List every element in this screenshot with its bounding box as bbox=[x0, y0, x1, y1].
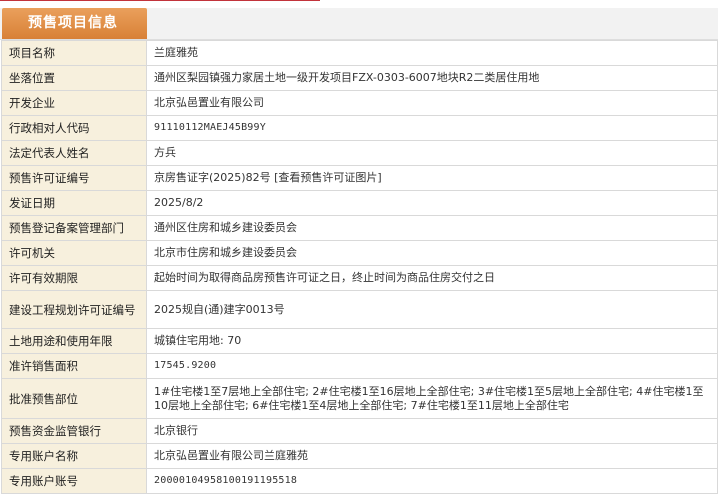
top-accent-rule bbox=[0, 0, 320, 1]
table-row: 预售资金监管银行 北京银行 bbox=[1, 418, 718, 444]
view-permit-image-link[interactable]: [查看预售许可证图片] bbox=[274, 171, 382, 184]
table-row: 法定代表人姓名 方兵 bbox=[1, 140, 718, 166]
row-label: 土地用途和使用年限 bbox=[1, 328, 147, 354]
table-row: 专用账户名称 北京弘邑置业有限公司兰庭雅苑 bbox=[1, 443, 718, 469]
row-label: 专用账户名称 bbox=[1, 443, 147, 469]
row-label: 批准预售部位 bbox=[1, 378, 147, 419]
row-value: 起始时间为取得商品房预售许可证之日，终止时间为商品住房交付之日 bbox=[146, 265, 718, 291]
row-label: 专用账户账号 bbox=[1, 468, 147, 494]
table-row: 许可有效期限 起始时间为取得商品房预售许可证之日，终止时间为商品住房交付之日 bbox=[1, 265, 718, 291]
row-value: 北京弘邑置业有限公司 bbox=[146, 90, 718, 116]
row-value: 通州区住房和城乡建设委员会 bbox=[146, 215, 718, 241]
table-row: 建设工程规划许可证编号 2025规自(通)建字0013号 bbox=[1, 290, 718, 329]
row-value: 通州区梨园镇强力家居土地一级开发项目FZX-0303-6007地块R2二类居住用… bbox=[146, 65, 718, 91]
table-row: 项目名称 兰庭雅苑 bbox=[1, 40, 718, 66]
table-row: 预售许可证编号 京房售证字(2025)82号 [查看预售许可证图片] bbox=[1, 165, 718, 191]
presale-permit-number: 京房售证字(2025)82号 bbox=[154, 171, 271, 184]
row-value: 2025规自(通)建字0013号 bbox=[146, 290, 718, 329]
presale-info-table: 项目名称 兰庭雅苑 坐落位置 通州区梨园镇强力家居土地一级开发项目FZX-030… bbox=[1, 40, 718, 494]
table-row: 预售登记备案管理部门 通州区住房和城乡建设委员会 bbox=[1, 215, 718, 241]
row-label: 许可机关 bbox=[1, 240, 147, 266]
row-label: 建设工程规划许可证编号 bbox=[1, 290, 147, 329]
row-value: 方兵 bbox=[146, 140, 718, 166]
row-value: 17545.9200 bbox=[146, 353, 718, 379]
table-row: 坐落位置 通州区梨园镇强力家居土地一级开发项目FZX-0303-6007地块R2… bbox=[1, 65, 718, 91]
row-label: 法定代表人姓名 bbox=[1, 140, 147, 166]
row-label: 预售许可证编号 bbox=[1, 165, 147, 191]
row-label: 准许销售面积 bbox=[1, 353, 147, 379]
row-value: 91110112MAEJ45B99Y bbox=[146, 115, 718, 141]
table-row: 批准预售部位 1#住宅楼1至7层地上全部住宅; 2#住宅楼1至16层地上全部住宅… bbox=[1, 378, 718, 419]
table-row: 行政相对人代码 91110112MAEJ45B99Y bbox=[1, 115, 718, 141]
row-value: 北京银行 bbox=[146, 418, 718, 444]
table-row: 发证日期 2025/8/2 bbox=[1, 190, 718, 216]
table-row: 准许销售面积 17545.9200 bbox=[1, 353, 718, 379]
row-label: 预售登记备案管理部门 bbox=[1, 215, 147, 241]
table-row: 开发企业 北京弘邑置业有限公司 bbox=[1, 90, 718, 116]
tab-presale-project-info[interactable]: 预售项目信息 bbox=[2, 8, 147, 39]
row-label: 预售资金监管银行 bbox=[1, 418, 147, 444]
row-value: 20000104958100191195518 bbox=[146, 468, 718, 494]
row-value: 城镇住宅用地: 70 bbox=[146, 328, 718, 354]
table-row: 土地用途和使用年限 城镇住宅用地: 70 bbox=[1, 328, 718, 354]
table-row: 许可机关 北京市住房和城乡建设委员会 bbox=[1, 240, 718, 266]
section-tab-bar: 预售项目信息 bbox=[0, 8, 718, 40]
row-label: 开发企业 bbox=[1, 90, 147, 116]
row-value: 京房售证字(2025)82号 [查看预售许可证图片] bbox=[146, 165, 718, 191]
row-label: 许可有效期限 bbox=[1, 265, 147, 291]
row-label: 发证日期 bbox=[1, 190, 147, 216]
row-value: 兰庭雅苑 bbox=[146, 40, 718, 66]
table-row: 专用账户账号 20000104958100191195518 bbox=[1, 468, 718, 494]
row-value: 北京市住房和城乡建设委员会 bbox=[146, 240, 718, 266]
row-value: 1#住宅楼1至7层地上全部住宅; 2#住宅楼1至16层地上全部住宅; 3#住宅楼… bbox=[146, 378, 718, 419]
row-label: 项目名称 bbox=[1, 40, 147, 66]
row-value: 北京弘邑置业有限公司兰庭雅苑 bbox=[146, 443, 718, 469]
row-value: 2025/8/2 bbox=[146, 190, 718, 216]
row-label: 行政相对人代码 bbox=[1, 115, 147, 141]
row-label: 坐落位置 bbox=[1, 65, 147, 91]
